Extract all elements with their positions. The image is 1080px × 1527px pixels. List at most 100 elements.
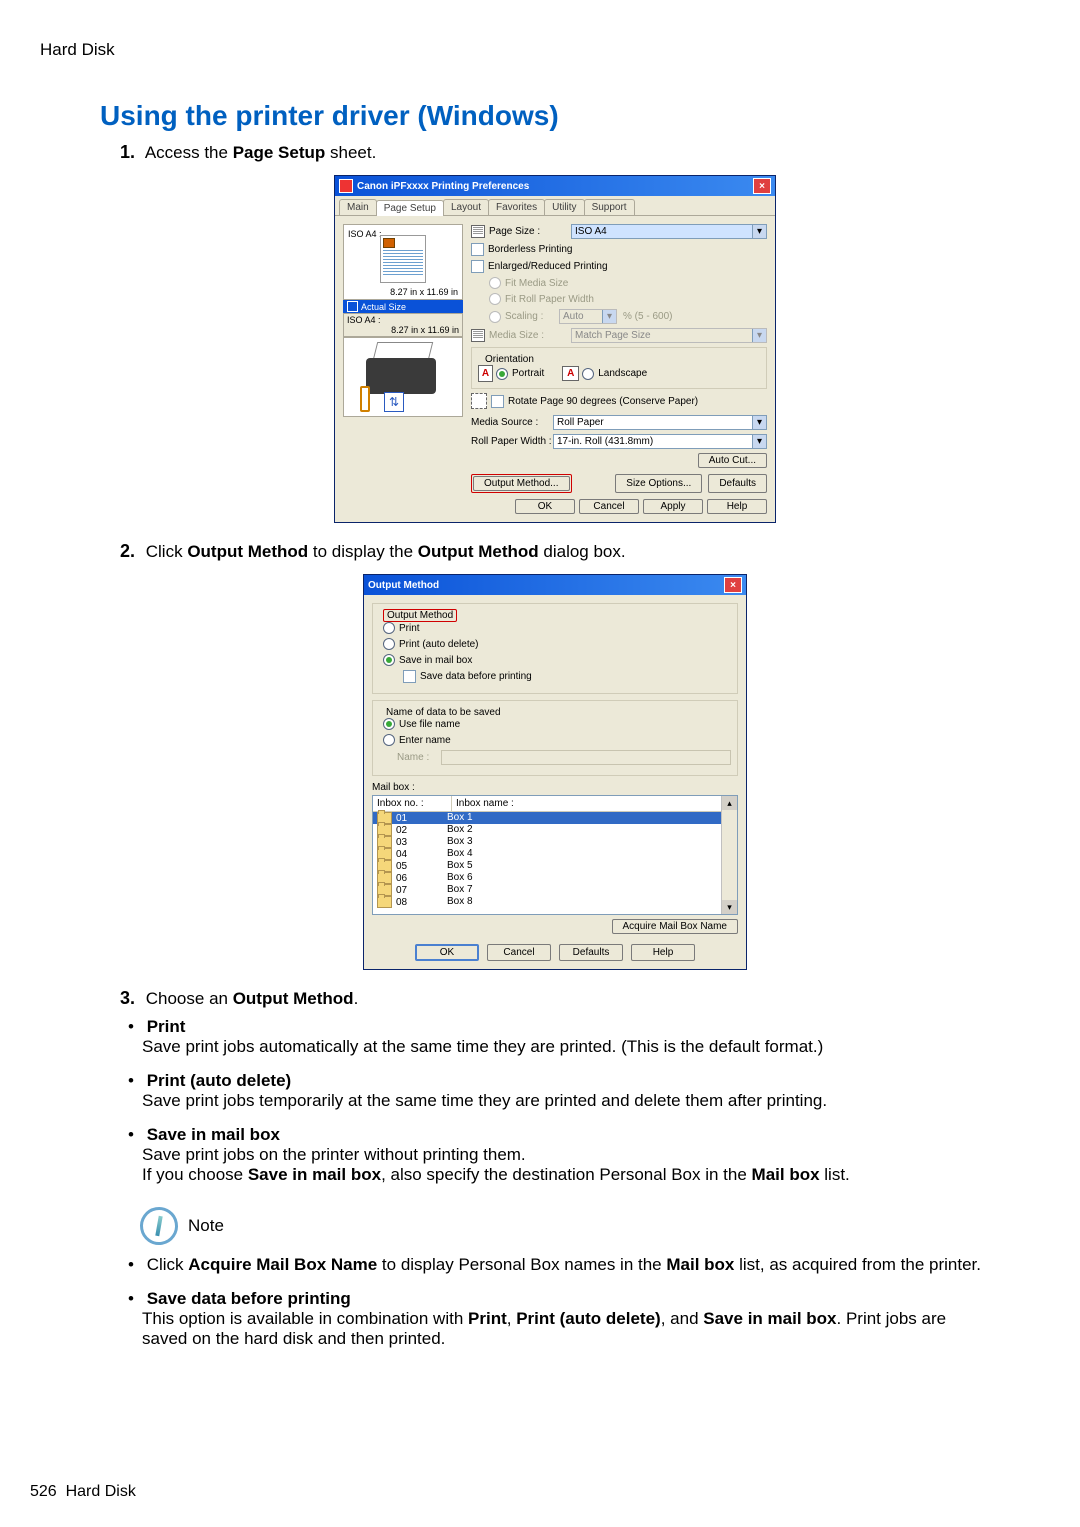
list-item[interactable]: 05Box 5 (373, 860, 722, 872)
fit-roll-label: Fit Roll Paper Width (505, 294, 594, 305)
scaling-range: % (5 - 600) (623, 311, 672, 322)
landscape-label: Landscape (598, 368, 647, 379)
tab-page-setup[interactable]: Page Setup (376, 200, 444, 216)
col-inbox-name: Inbox name : (452, 796, 722, 811)
size-options-button[interactable]: Size Options... (615, 474, 702, 493)
help-button[interactable]: Help (631, 944, 695, 961)
ok-button[interactable]: OK (415, 944, 479, 961)
page: Hard Disk Using the printer driver (Wind… (0, 0, 1080, 1527)
printer-preview: ⇅ (343, 337, 463, 417)
page-icon (471, 225, 485, 238)
note-block: Note (140, 1207, 990, 1245)
step-3: 3. Choose an Output Method. Print Save p… (120, 988, 990, 1349)
use-file-label: Use file name (399, 719, 460, 730)
save-mailbox-label: Save in mail box (399, 655, 472, 666)
list-item[interactable]: 01Box 1 (373, 812, 722, 824)
option-title: Print (147, 1017, 186, 1036)
rotate90-checkbox[interactable] (491, 395, 504, 408)
actual-size-toggle[interactable]: Actual Size (343, 300, 463, 313)
print-autodelete-radio[interactable] (383, 638, 395, 650)
mailbox-list-label: Mail box : (372, 782, 738, 793)
enter-name-radio[interactable] (383, 734, 395, 746)
tab-main[interactable]: Main (339, 199, 377, 215)
media-source-select[interactable]: Roll Paper▾ (553, 415, 767, 430)
enlarged-label: Enlarged/Reduced Printing (488, 261, 608, 272)
output-method-button[interactable]: Output Method... (473, 476, 570, 491)
page-footer: 526 Hard Disk (30, 1483, 136, 1501)
output-method-options: Print Save print jobs automatically at t… (142, 1017, 990, 1185)
scaling-radio (489, 311, 501, 323)
help-button[interactable]: Help (707, 499, 767, 514)
landscape-radio[interactable] (582, 368, 594, 380)
tab-support[interactable]: Support (584, 199, 635, 215)
step-text: Access the (145, 143, 233, 162)
note-item-acquire: Click Acquire Mail Box Name to display P… (142, 1255, 990, 1275)
orientation-legend: Orientation (482, 354, 537, 365)
iso-label: ISO A4 : (348, 229, 382, 239)
tab-layout[interactable]: Layout (443, 199, 489, 215)
close-icon[interactable]: × (753, 178, 771, 194)
page-size-preview: ISO A4 : 8.27 in x 11.69 in (343, 224, 463, 300)
list-item[interactable]: 02Box 2 (373, 824, 722, 836)
option-print-auto-delete: Print (auto delete) Save print jobs temp… (142, 1071, 990, 1111)
option-print: Print Save print jobs automatically at t… (142, 1017, 990, 1057)
window-title: Output Method (368, 580, 724, 591)
cancel-button[interactable]: Cancel (487, 944, 551, 961)
tab-bar: Main Page Setup Layout Favorites Utility… (335, 196, 775, 216)
option-save-in-mailbox: Save in mail box Save print jobs on the … (142, 1125, 990, 1185)
chevron-down-icon: ▾ (752, 435, 766, 448)
save-mailbox-radio[interactable] (383, 654, 395, 666)
list-item[interactable]: 04Box 4 (373, 848, 722, 860)
footer-section: Hard Disk (66, 1483, 136, 1500)
option-title: Print (auto delete) (147, 1071, 292, 1090)
defaults-button[interactable]: Defaults (559, 944, 623, 961)
save-before-checkbox[interactable] (403, 670, 416, 683)
name-label: Name : (397, 752, 441, 763)
cancel-button[interactable]: Cancel (579, 499, 639, 514)
list-item[interactable]: 03Box 3 (373, 836, 722, 848)
fit-media-label: Fit Media Size (505, 278, 568, 289)
media-source-label: Media Source : (471, 417, 553, 428)
close-icon[interactable]: × (724, 577, 742, 593)
landscape-icon: A (562, 366, 579, 381)
option-text: Save print jobs automatically at the sam… (142, 1037, 823, 1056)
roll-width-label: Roll Paper Width : (471, 436, 553, 447)
col-inbox-no: Inbox no. : (373, 796, 452, 811)
titlebar: Canon iPFxxxx Printing Preferences × (335, 176, 775, 196)
list-item[interactable]: 08Box 8 (373, 896, 722, 908)
iso-dim: 8.27 in x 11.69 in (390, 287, 458, 297)
print-radio[interactable] (383, 622, 395, 634)
rotate-icon (471, 393, 487, 409)
tab-favorites[interactable]: Favorites (488, 199, 545, 215)
media-size-preview: ISO A4 : 8.27 in x 11.69 in (343, 313, 463, 337)
window-title: Canon iPFxxxx Printing Preferences (357, 181, 753, 192)
defaults-button[interactable]: Defaults (708, 474, 767, 493)
acquire-mailbox-button[interactable]: Acquire Mail Box Name (612, 919, 738, 934)
apply-button[interactable]: Apply (643, 499, 703, 514)
enlarged-checkbox[interactable] (471, 260, 484, 273)
note-icon (137, 1204, 181, 1248)
fit-media-radio (489, 277, 501, 289)
auto-cut-button[interactable]: Auto Cut... (698, 453, 767, 468)
output-method-screenshot: Output Method × Output Method Print Prin… (120, 574, 990, 970)
roll-width-select[interactable]: 17-in. Roll (431.8mm)▾ (553, 434, 767, 449)
use-file-radio[interactable] (383, 718, 395, 730)
scrollbar[interactable]: ▴▾ (721, 796, 737, 914)
step-number: 3. (120, 988, 135, 1008)
borderless-checkbox[interactable] (471, 243, 484, 256)
list-item[interactable]: 07Box 7 (373, 884, 722, 896)
output-method-legend: Output Method (383, 609, 457, 622)
tab-utility[interactable]: Utility (544, 199, 584, 215)
mailbox-listbox[interactable]: ▴▾ Inbox no. : Inbox name : 01Box 1 02Bo… (372, 795, 738, 915)
portrait-radio[interactable] (496, 368, 508, 380)
list-item[interactable]: 06Box 6 (373, 872, 722, 884)
page-size-select[interactable]: ISO A4▾ (571, 224, 767, 239)
settings-column: Page Size : ISO A4▾ Borderless Printing (471, 224, 767, 493)
name-input (441, 750, 731, 765)
media-size-label: Media Size : (489, 330, 571, 341)
ok-button[interactable]: OK (515, 499, 575, 514)
note-list: Click Acquire Mail Box Name to display P… (142, 1255, 990, 1349)
footer-page-number: 526 (30, 1483, 57, 1500)
content-body: 1. Access the Page Setup sheet. Canon iP… (120, 142, 990, 1349)
chevron-down-icon: ▾ (752, 416, 766, 429)
